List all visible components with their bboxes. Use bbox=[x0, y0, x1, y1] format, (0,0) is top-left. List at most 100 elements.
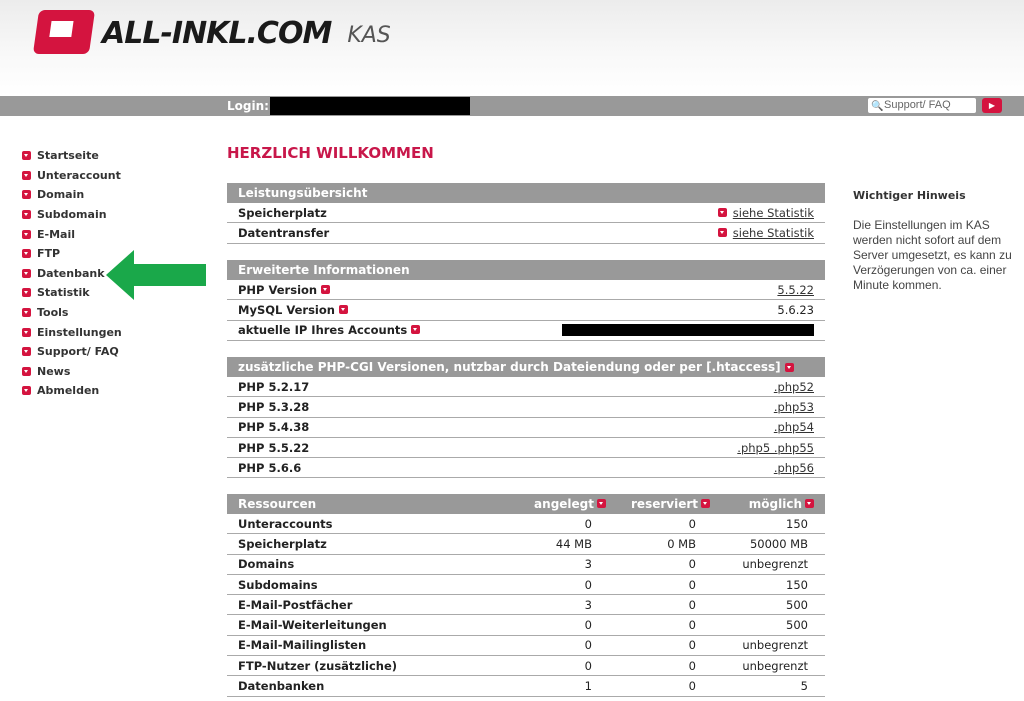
sidebar-item-news[interactable]: News bbox=[22, 362, 122, 382]
table-cell: 0 bbox=[584, 516, 592, 531]
table-cell: 3 bbox=[584, 597, 592, 612]
sidebar-item-label: Statistik bbox=[37, 286, 90, 300]
sidebar-item-label: Startseite bbox=[37, 149, 99, 163]
header-text: angelegt bbox=[534, 497, 594, 511]
table-row: PHP 5.5.22 .php5 .php55 bbox=[227, 438, 825, 459]
sidebar-item-domain[interactable]: Domain bbox=[22, 185, 122, 205]
label-text: PHP Version bbox=[238, 282, 318, 297]
sidebar-item-unteraccount[interactable]: Unteraccount bbox=[22, 166, 122, 186]
table-row: PHP 5.3.28 .php53 bbox=[227, 397, 825, 418]
notice-text: Die Einstellungen im KAS werden nicht so… bbox=[853, 218, 1012, 292]
table-row: Speicherplatz 44 MB 0 MB 50000 MB bbox=[227, 534, 825, 555]
table-cell: FTP-Nutzer (zusätzliche) bbox=[238, 658, 398, 673]
table-row: aktuelle IP Ihres Accounts bbox=[227, 321, 825, 341]
bullet-icon bbox=[22, 308, 31, 318]
top-bar: Login: 🔍 Support/ FAQ ▶ bbox=[0, 96, 1024, 116]
header-text: Ressourcen bbox=[238, 497, 317, 511]
section-header: Leistungsübersicht bbox=[227, 183, 825, 203]
table-cell: 500 bbox=[786, 597, 808, 612]
logo-text: ALL-INKL.COM bbox=[102, 16, 332, 51]
column-header: möglich bbox=[710, 494, 814, 514]
table-cell: Domains bbox=[238, 557, 295, 572]
ip-redacted bbox=[562, 324, 814, 337]
table-cell: unbegrenzt bbox=[742, 638, 808, 653]
sidebar-item-support-faq[interactable]: Support/ FAQ bbox=[22, 342, 122, 362]
sidebar-item-label: Domain bbox=[37, 188, 85, 202]
sidebar-item-label: Unteraccount bbox=[37, 168, 121, 182]
table-cell: 150 bbox=[786, 577, 808, 592]
login-redacted bbox=[270, 97, 470, 115]
table-cell: Subdomains bbox=[238, 577, 318, 592]
statistik-link[interactable]: siehe Statistik bbox=[733, 206, 814, 220]
row-label: PHP 5.5.22 bbox=[238, 440, 310, 455]
bullet-icon bbox=[22, 366, 31, 376]
logo[interactable]: ALL-INKL.COM KAS bbox=[32, 10, 391, 54]
table-row: Unteraccounts 0 0 150 bbox=[227, 514, 825, 535]
extension-link[interactable]: .php53 bbox=[774, 400, 814, 414]
table-cell: E-Mail-Mailinglisten bbox=[238, 638, 367, 653]
table-cell: E-Mail-Postfächer bbox=[238, 597, 353, 612]
table-cell: 0 bbox=[688, 516, 696, 531]
notice-title: Wichtiger Hinweis bbox=[853, 189, 966, 202]
sidebar-item-startseite[interactable]: Startseite bbox=[22, 146, 122, 166]
row-label: PHP 5.4.38 bbox=[238, 420, 310, 435]
sidebar-item-tools[interactable]: Tools bbox=[22, 303, 122, 323]
bullet-icon bbox=[22, 210, 31, 220]
help-icon[interactable] bbox=[411, 325, 421, 335]
bullet-icon bbox=[22, 268, 31, 278]
table-row: PHP 5.2.17 .php52 bbox=[227, 377, 825, 398]
table-cell: Datenbanken bbox=[238, 679, 325, 694]
row-label: PHP 5.3.28 bbox=[238, 399, 310, 414]
help-icon[interactable] bbox=[717, 208, 727, 218]
section-cgi: zusätzliche PHP-CGI Versionen, nutzbar d… bbox=[227, 357, 825, 479]
help-icon[interactable] bbox=[597, 499, 606, 508]
table-cell: 150 bbox=[786, 516, 808, 531]
sidebar-item-label: E-Mail bbox=[37, 227, 75, 241]
table-row: FTP-Nutzer (zusätzliche) 0 0 unbegrenzt bbox=[227, 656, 825, 677]
help-icon[interactable] bbox=[321, 284, 331, 294]
bullet-icon bbox=[22, 170, 31, 180]
search-go-button[interactable]: ▶ bbox=[982, 98, 1002, 113]
table-cell: 0 bbox=[584, 658, 592, 673]
extension-link[interactable]: .php56 bbox=[774, 461, 814, 475]
label-text: MySQL Version bbox=[238, 302, 335, 317]
row-value[interactable]: 5.5.22 bbox=[777, 283, 814, 297]
column-header: angelegt bbox=[502, 494, 606, 514]
table-cell: 0 bbox=[688, 577, 696, 592]
section-header: Erweiterte Informationen bbox=[227, 260, 825, 280]
help-icon[interactable] bbox=[717, 228, 727, 238]
header: ALL-INKL.COM KAS bbox=[0, 0, 1024, 96]
sidebar-item-abmelden[interactable]: Abmelden bbox=[22, 381, 122, 401]
table-row: E-Mail-Weiterleitungen 0 0 500 bbox=[227, 615, 825, 636]
search-placeholder: Support/ FAQ bbox=[884, 99, 951, 111]
help-icon[interactable] bbox=[805, 499, 814, 508]
support-search-input[interactable]: 🔍 Support/ FAQ bbox=[868, 98, 976, 113]
help-icon[interactable] bbox=[784, 363, 794, 372]
table-cell: 0 bbox=[688, 638, 696, 653]
help-icon[interactable] bbox=[701, 499, 710, 508]
section-title: zusätzliche PHP-CGI Versionen, nutzbar d… bbox=[238, 360, 781, 374]
extension-link[interactable]: .php52 bbox=[774, 380, 814, 394]
help-icon[interactable] bbox=[338, 304, 348, 314]
table-row: Subdomains 0 0 150 bbox=[227, 575, 825, 596]
extension-link[interactable]: .php5 .php55 bbox=[737, 441, 814, 455]
table-row: PHP Version 5.5.22 bbox=[227, 280, 825, 301]
sidebar-item-subdomain[interactable]: Subdomain bbox=[22, 205, 122, 225]
header-text: reserviert bbox=[631, 497, 698, 511]
section-ressourcen: Ressourcen angelegt reserviert möglich Unte… bbox=[227, 494, 825, 697]
bullet-icon bbox=[22, 190, 31, 200]
bullet-icon bbox=[22, 386, 31, 396]
extension-link[interactable]: .php54 bbox=[774, 420, 814, 434]
header-text: möglich bbox=[748, 497, 802, 511]
statistik-link[interactable]: siehe Statistik bbox=[733, 226, 814, 240]
table-cell: 0 MB bbox=[667, 536, 696, 551]
table-cell: 0 bbox=[688, 597, 696, 612]
section-erweitert: Erweiterte Informationen PHP Version 5.5.… bbox=[227, 260, 825, 341]
sidebar-item-einstellungen[interactable]: Einstellungen bbox=[22, 322, 122, 342]
bullet-icon bbox=[22, 151, 31, 161]
table-row: E-Mail-Mailinglisten 0 0 unbegrenzt bbox=[227, 636, 825, 657]
table-row: Speicherplatz siehe Statistik bbox=[227, 203, 825, 224]
row-label: PHP 5.6.6 bbox=[238, 460, 302, 475]
sidebar-item-e-mail[interactable]: E-Mail bbox=[22, 224, 122, 244]
row-label: PHP Version bbox=[238, 283, 777, 297]
